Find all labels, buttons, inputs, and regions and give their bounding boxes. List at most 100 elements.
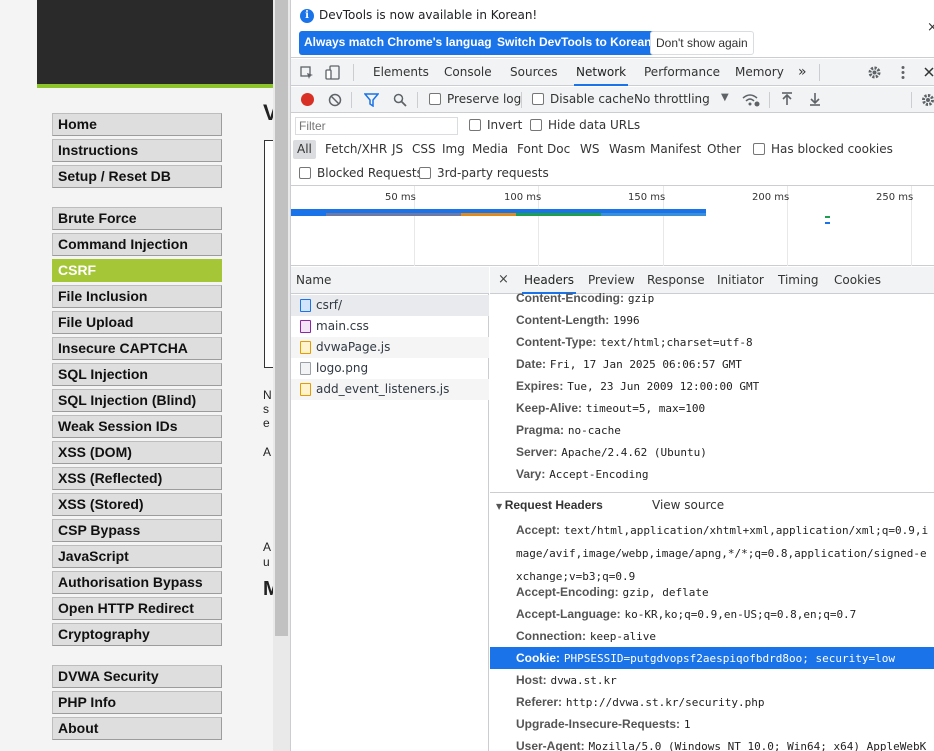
- menu-item-file-inclusion[interactable]: File Inclusion: [52, 285, 222, 308]
- header-row[interactable]: Pragma: no-cache: [490, 419, 934, 441]
- clear-icon[interactable]: [328, 93, 342, 107]
- menu-item-command-injection[interactable]: Command Injection: [52, 233, 222, 256]
- invert-checkbox[interactable]: [469, 119, 481, 131]
- tab-sources[interactable]: Sources: [508, 59, 559, 86]
- chevron-down-icon[interactable]: ▼: [721, 92, 729, 103]
- menu-item-xss-dom[interactable]: XSS (DOM): [52, 441, 222, 464]
- header-row[interactable]: Server: Apache/2.4.62 (Ubuntu): [490, 441, 934, 463]
- name-column-header[interactable]: Name: [291, 267, 489, 294]
- menu-item-sql-injection-blind[interactable]: SQL Injection (Blind): [52, 389, 222, 412]
- close-devtools-icon[interactable]: [923, 66, 934, 78]
- menu-item-xss-reflected[interactable]: XSS (Reflected): [52, 467, 222, 490]
- menu-item-open-http-redirect[interactable]: Open HTTP Redirect: [52, 597, 222, 620]
- menu-item-csrf[interactable]: CSRF: [52, 259, 222, 282]
- menu-item-xss-stored[interactable]: XSS (Stored): [52, 493, 222, 516]
- header-value: text/html,application/xhtml+xml,applicat…: [563, 524, 929, 537]
- menu-item-file-upload[interactable]: File Upload: [52, 311, 222, 334]
- menu-item-sql-injection[interactable]: SQL Injection: [52, 363, 222, 386]
- header-row[interactable]: Host: dvwa.st.kr: [490, 669, 934, 691]
- network-conditions-icon[interactable]: [742, 93, 760, 107]
- header-row[interactable]: Keep-Alive: timeout=5, max=100: [490, 397, 934, 419]
- view-source-link[interactable]: View source: [652, 493, 724, 518]
- request-row[interactable]: logo.png: [291, 358, 489, 379]
- header-row[interactable]: User-Agent: Mozilla/5.0 (Windows NT 10.0…: [490, 735, 934, 751]
- header-row[interactable]: Accept-Language: ko-KR,ko;q=0.9,en-US;q=…: [490, 603, 934, 625]
- css-icon: [300, 320, 311, 333]
- tab-performance[interactable]: Performance: [642, 59, 722, 86]
- page-scrollbar-thumb[interactable]: [275, 0, 288, 636]
- menu-item-setup-reset-db[interactable]: Setup / Reset DB: [52, 165, 222, 188]
- has-blocked-cookies-checkbox[interactable]: [753, 143, 765, 155]
- menu-item-authorisation-bypass[interactable]: Authorisation Bypass: [52, 571, 222, 594]
- header-row[interactable]: Vary: Accept-Encoding: [490, 463, 934, 485]
- throttling-select[interactable]: No throttling: [634, 92, 710, 106]
- device-toolbar-icon[interactable]: [325, 65, 341, 80]
- menu-item-about[interactable]: About: [52, 717, 222, 740]
- tab-memory[interactable]: Memory: [733, 59, 786, 86]
- header-row[interactable]: Accept-Encoding: gzip, deflate: [490, 581, 934, 603]
- blocked-requests-checkbox[interactable]: [299, 167, 311, 179]
- header-row[interactable]: Accept: text/html,application/xhtml+xml,…: [490, 519, 934, 588]
- dont-show-again-button[interactable]: Don't show again: [650, 31, 754, 55]
- type-filter-css[interactable]: CSS: [408, 140, 440, 159]
- type-filter-img[interactable]: Img: [438, 140, 469, 159]
- type-filter-fetch-xhr[interactable]: Fetch/XHR: [321, 140, 391, 159]
- header-row[interactable]: Content-Type: text/html;charset=utf-8: [490, 331, 934, 353]
- switch-to-korean-button[interactable]: Switch DevTools to Korean: [492, 31, 657, 55]
- menu-item-home[interactable]: Home: [52, 113, 222, 136]
- menu-item-dvwa-security[interactable]: DVWA Security: [52, 665, 222, 688]
- request-row[interactable]: csrf/: [291, 295, 489, 316]
- settings-gear-icon[interactable]: [867, 65, 882, 80]
- type-filter-wasm[interactable]: Wasm: [605, 140, 649, 159]
- third-party-checkbox[interactable]: [419, 167, 431, 179]
- header-row[interactable]: Content-Encoding: gzip: [490, 287, 934, 309]
- menu-item-csp-bypass[interactable]: CSP Bypass: [52, 519, 222, 542]
- record-icon[interactable]: [301, 93, 314, 106]
- type-filter-all[interactable]: All: [293, 140, 316, 159]
- type-filter-media[interactable]: Media: [468, 140, 512, 159]
- infobar-close-icon[interactable]: ×: [927, 20, 934, 35]
- menu-item-brute-force[interactable]: Brute Force: [52, 207, 222, 230]
- network-settings-gear-icon[interactable]: [921, 93, 934, 107]
- request-headers-section[interactable]: ▼ Request Headers View source: [490, 492, 934, 517]
- header-row[interactable]: Connection: keep-alive: [490, 625, 934, 647]
- menu-item-cryptography[interactable]: Cryptography: [52, 623, 222, 646]
- export-har-icon[interactable]: [809, 92, 821, 106]
- network-overview-timeline[interactable]: 50 ms 100 ms 150 ms 200 ms 250 ms: [291, 186, 934, 266]
- header-row[interactable]: Content-Length: 1996: [490, 309, 934, 331]
- tab-elements[interactable]: Elements: [371, 59, 431, 86]
- header-row[interactable]: Date: Fri, 17 Jan 2025 06:06:57 GMT: [490, 353, 934, 375]
- menu-item-instructions[interactable]: Instructions: [52, 139, 222, 162]
- request-row[interactable]: dvwaPage.js: [291, 337, 489, 358]
- menu-item-weak-session-ids[interactable]: Weak Session IDs: [52, 415, 222, 438]
- search-icon[interactable]: [393, 93, 407, 107]
- tab-network[interactable]: Network: [574, 59, 629, 86]
- request-row[interactable]: main.css: [291, 316, 489, 337]
- close-details-icon[interactable]: ×: [498, 272, 509, 287]
- header-row[interactable]: Expires: Tue, 23 Jun 2009 12:00:00 GMT: [490, 375, 934, 397]
- header-row[interactable]: Cookie: PHPSESSID=putgdvopsf2aespiqofbdr…: [490, 647, 934, 669]
- menu-item-javascript[interactable]: JavaScript: [52, 545, 222, 568]
- request-row[interactable]: add_event_listeners.js: [291, 379, 489, 400]
- header-value: http://dvwa.st.kr/security.php: [565, 696, 765, 709]
- type-filter-doc[interactable]: Doc: [543, 140, 574, 159]
- hide-data-urls-checkbox[interactable]: [530, 119, 542, 131]
- header-row[interactable]: Upgrade-Insecure-Requests: 1: [490, 713, 934, 735]
- type-filter-ws[interactable]: WS: [576, 140, 603, 159]
- more-tabs-icon[interactable]: »: [796, 59, 809, 86]
- always-match-language-button[interactable]: Always match Chrome's language: [299, 31, 504, 55]
- kebab-menu-icon[interactable]: [900, 65, 906, 80]
- type-filter-js[interactable]: JS: [388, 140, 407, 159]
- disable-cache-checkbox[interactable]: [532, 93, 544, 105]
- inspect-element-icon[interactable]: [300, 66, 314, 80]
- filter-input[interactable]: [295, 117, 458, 135]
- preserve-log-checkbox[interactable]: [429, 93, 441, 105]
- type-filter-other[interactable]: Other: [703, 140, 745, 159]
- menu-item-insecure-captcha[interactable]: Insecure CAPTCHA: [52, 337, 222, 360]
- header-row[interactable]: Referer: http://dvwa.st.kr/security.php: [490, 691, 934, 713]
- import-har-icon[interactable]: [781, 92, 793, 106]
- filter-icon[interactable]: [364, 93, 379, 107]
- menu-item-php-info[interactable]: PHP Info: [52, 691, 222, 714]
- tab-console[interactable]: Console: [442, 59, 494, 86]
- type-filter-manifest[interactable]: Manifest: [646, 140, 705, 159]
